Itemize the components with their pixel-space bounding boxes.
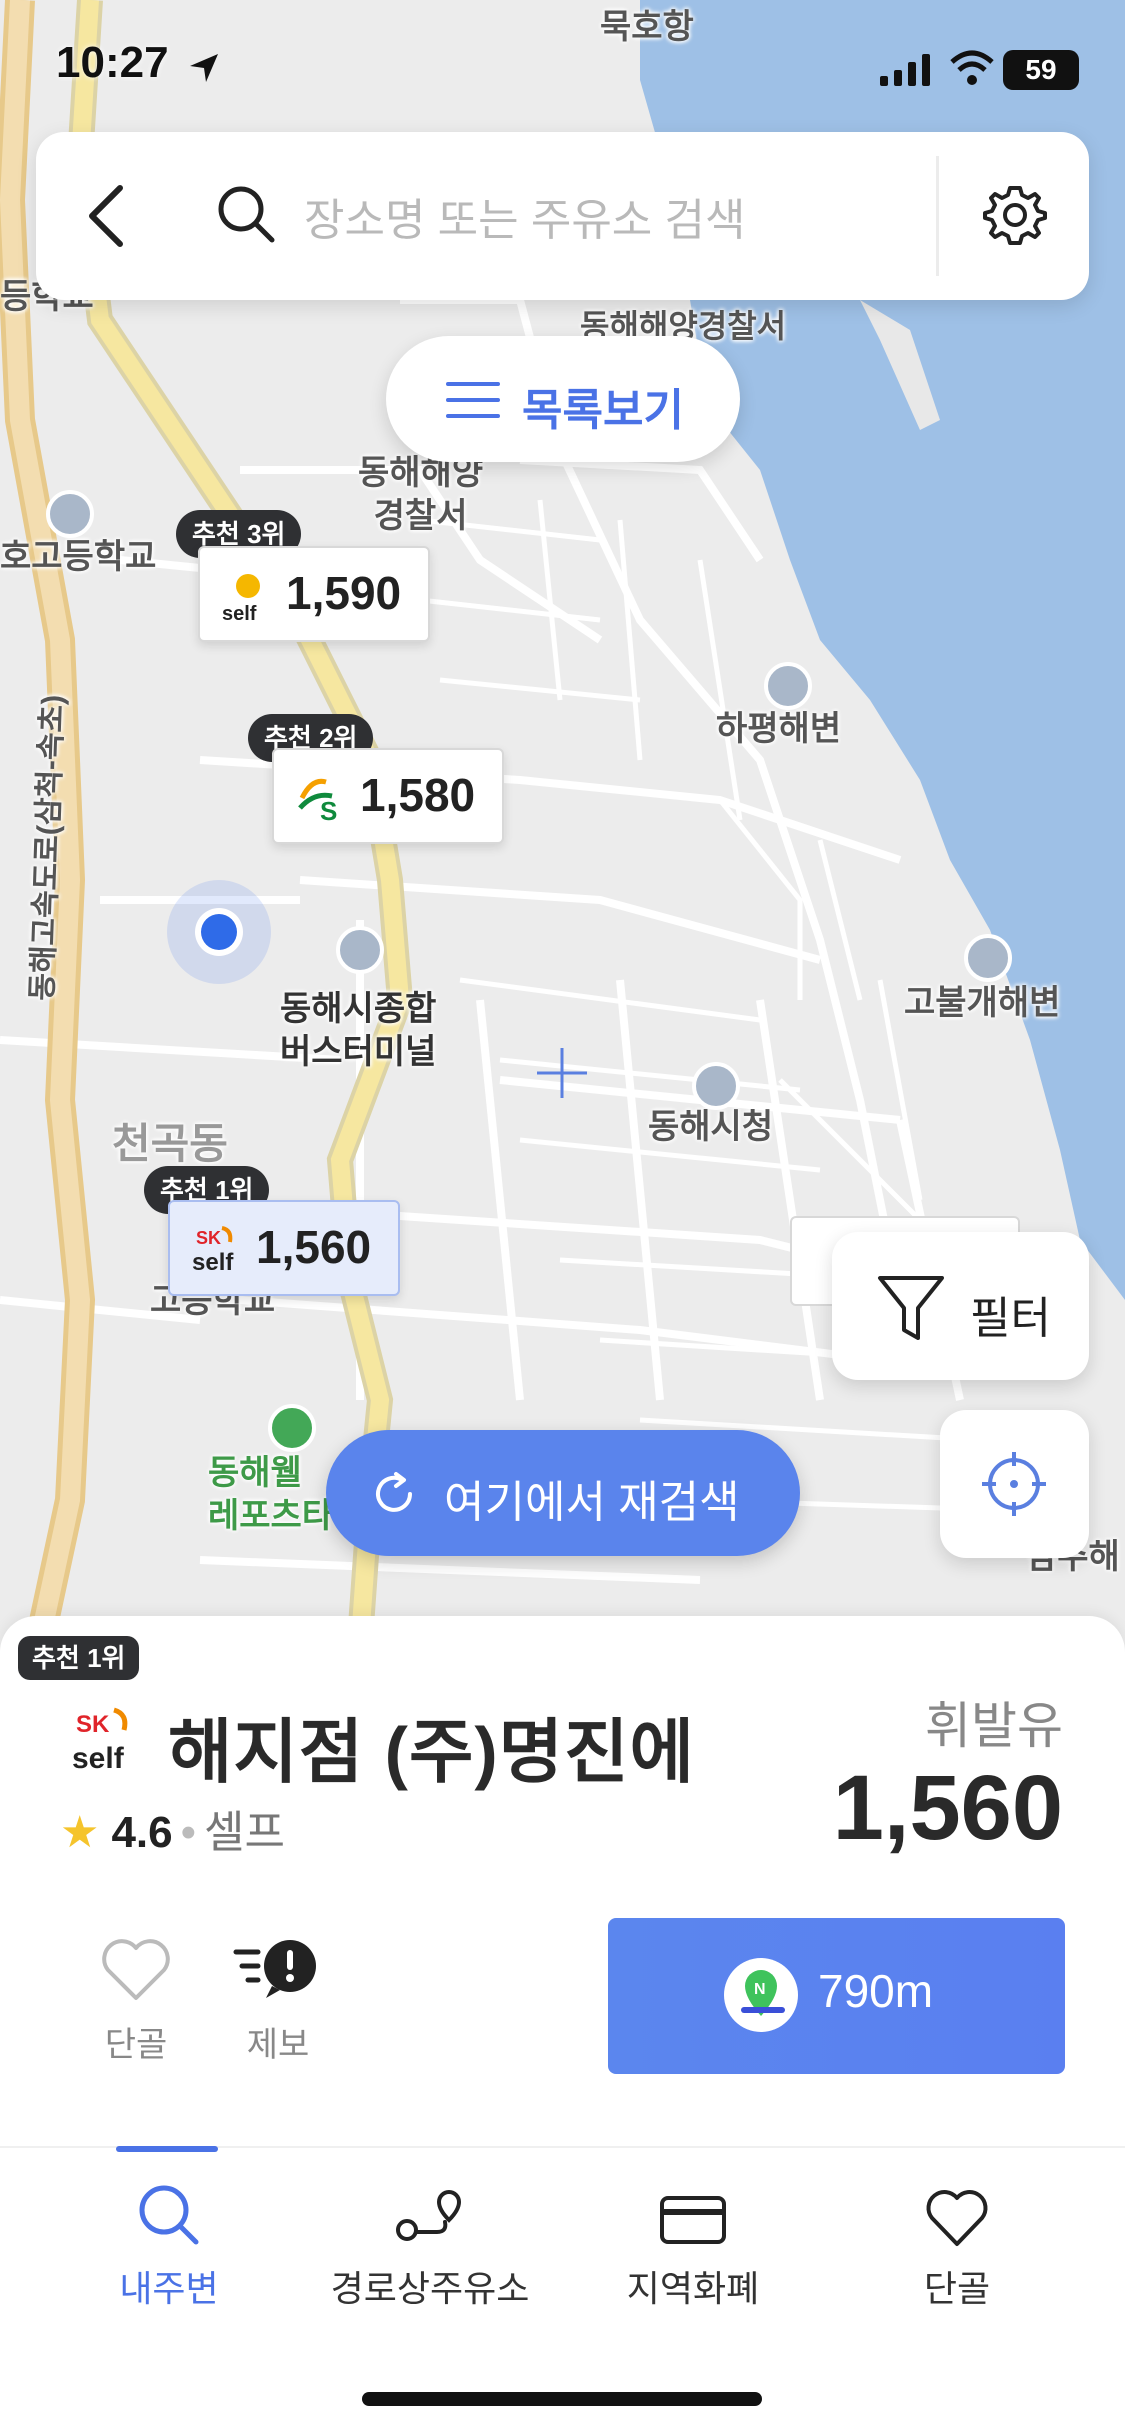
bus-terminal-icon (336, 926, 384, 974)
active-tab-indicator (116, 2146, 218, 2152)
station-marker-selected[interactable]: SK self 1,560 (168, 1200, 400, 1296)
map-label: 고불개해변 (904, 984, 1061, 1022)
tab-nearby[interactable]: 내주변 (96, 2146, 242, 2312)
location-arrow-icon (190, 54, 218, 82)
gs-logo-icon: S (298, 778, 337, 826)
city-hall-icon (692, 1062, 740, 1110)
filter-icon (878, 1276, 944, 1340)
heart-icon (102, 1939, 170, 2000)
report-button[interactable]: 제보 (228, 1936, 328, 2066)
gear-icon[interactable] (982, 182, 1048, 248)
filter-button[interactable]: 필터 (832, 1232, 1089, 1380)
tab-route-stations[interactable]: 경로상주유소 (326, 2148, 534, 2312)
fuel-type: 휘발유 (925, 1698, 1063, 1754)
tab-favorites[interactable]: 단골 (884, 2148, 1030, 2312)
map-label: 동해해양 경찰서 (358, 454, 484, 535)
list-view-button[interactable]: 목록보기 (386, 336, 740, 462)
rating-row: ★ 4.6 • 셀프 (60, 1796, 285, 1860)
back-arrow-icon[interactable] (86, 184, 126, 248)
refresh-icon (376, 1472, 412, 1512)
rating-value: 4.6 (111, 1808, 173, 1857)
beach-icon (764, 662, 812, 710)
station-price: 1,560 (256, 1221, 372, 1273)
map-label: 동해시청 (648, 1108, 774, 1146)
station-marker[interactable]: S 1,580 (272, 748, 504, 844)
divider (936, 156, 939, 276)
search-icon (139, 2185, 199, 2245)
status-bar: 10:27 59 (0, 0, 1125, 140)
svg-text:self: self (72, 1742, 125, 1775)
station-name: 해지점 (주)명진에 (168, 1713, 695, 1791)
list-icon (446, 382, 500, 418)
svg-text:SK: SK (196, 1228, 221, 1248)
map-label: 호고등학교 (0, 538, 157, 576)
navi-logo-icon: N (724, 1958, 798, 2032)
svg-text:self: self (192, 1249, 234, 1276)
navigate-button[interactable]: N 790m (608, 1918, 1065, 2074)
s-oil-self-logo-icon: self (222, 574, 260, 625)
sk-self-logo-icon: SK self (192, 1226, 234, 1276)
beach-icon (964, 934, 1012, 982)
search-here-button[interactable]: 여기에서 재검색 (326, 1430, 800, 1556)
my-location-button[interactable] (940, 1410, 1089, 1558)
separator-dot: • (180, 1808, 197, 1857)
favorite-label: 단골 (104, 2026, 168, 2064)
list-view-label: 목록보기 (522, 386, 684, 435)
search-bar: 장소명 또는 주유소 검색 (36, 132, 1089, 300)
map-label: 천곡동 (112, 1120, 228, 1167)
search-input[interactable]: 장소명 또는 주유소 검색 (304, 184, 745, 248)
sports-center-icon (268, 1404, 316, 1452)
report-icon (233, 1940, 316, 1998)
station-type: 셀프 (204, 1808, 285, 1857)
tab-label: 단골 (923, 2268, 991, 2309)
tab-local-currency[interactable]: 지역화폐 (620, 2148, 766, 2312)
battery-indicator: 59 (1003, 50, 1079, 90)
tab-label: 경로상주유소 (330, 2268, 530, 2309)
station-detail-sheet[interactable]: 추천 1위 SK self 해지점 (주)명진에 ★ 4.6 • 셀프 휘발유 1,5… (0, 1616, 1125, 2146)
search-icon (218, 186, 275, 243)
filter-label: 필터 (970, 1294, 1051, 1343)
route-icon (396, 2189, 462, 2241)
svg-text:S: S (320, 796, 337, 826)
map-label: 동해웰 레포츠타 (208, 1454, 334, 1535)
heart-icon (926, 2190, 988, 2246)
favorite-button[interactable]: 단골 (96, 1936, 176, 2066)
station-price: 1,580 (360, 769, 476, 821)
distance-label: 790m (818, 1965, 934, 2017)
rank-badge: 추천 1위 (18, 1636, 140, 1680)
map-label: 동해시종합 버스터미널 (280, 990, 437, 1071)
school-icon (46, 490, 94, 538)
svg-text:self: self (222, 603, 257, 625)
tab-label: 지역화폐 (626, 2268, 760, 2309)
map-label: 하평해변 (716, 710, 842, 748)
home-indicator[interactable] (362, 2392, 762, 2406)
status-time: 10:27 (56, 38, 169, 87)
star-icon: ★ (60, 1808, 100, 1857)
tab-label: 내주변 (119, 2268, 219, 2309)
sk-self-logo-icon: SK self (72, 1707, 128, 1775)
report-label: 제보 (246, 2026, 310, 2064)
fuel-price: 1,560 (832, 1757, 1063, 1859)
svg-text:SK: SK (76, 1711, 110, 1738)
wifi-icon (950, 50, 994, 85)
card-icon (660, 2196, 726, 2244)
search-here-label: 여기에서 재검색 (444, 1478, 740, 1527)
svg-text:N: N (754, 1981, 766, 1998)
cellular-signal-icon (880, 54, 930, 86)
station-price: 1,590 (286, 567, 402, 619)
crosshair-icon (982, 1452, 1046, 1516)
station-marker[interactable]: self 1,590 (198, 546, 430, 642)
